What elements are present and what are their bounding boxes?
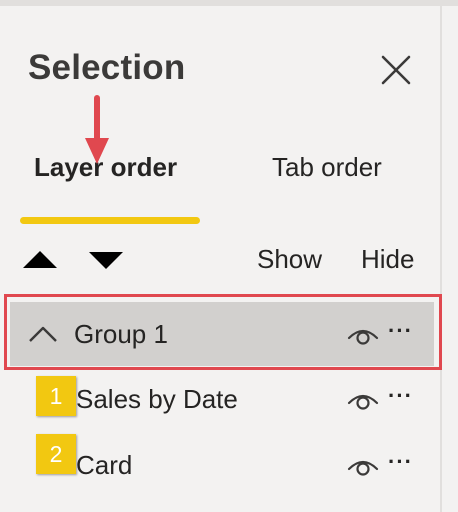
hide-all-button[interactable]: Hide	[361, 244, 414, 275]
eye-icon[interactable]	[346, 386, 380, 412]
triangle-up-icon[interactable]	[20, 248, 60, 272]
item-label: Card	[76, 450, 133, 480]
close-icon[interactable]	[376, 50, 416, 90]
panel-top-border	[0, 0, 458, 6]
more-options-icon[interactable]: ···	[388, 449, 413, 475]
eye-icon[interactable]	[346, 452, 380, 478]
annotation-badge: 2	[36, 434, 76, 474]
item-label: Sales by Date	[76, 384, 238, 414]
red-arrow-down-icon	[85, 95, 109, 164]
scrollbar-track[interactable]	[440, 0, 442, 512]
more-options-icon[interactable]: ···	[388, 383, 413, 409]
tab-tab-order[interactable]: Tab order	[272, 152, 382, 183]
triangle-down-icon[interactable]	[86, 248, 126, 272]
panel-title: Selection	[28, 48, 186, 87]
annotation-highlight-box	[4, 294, 442, 370]
show-all-button[interactable]: Show	[257, 244, 322, 275]
annotation-badge: 1	[36, 376, 76, 416]
active-tab-indicator	[20, 217, 200, 224]
